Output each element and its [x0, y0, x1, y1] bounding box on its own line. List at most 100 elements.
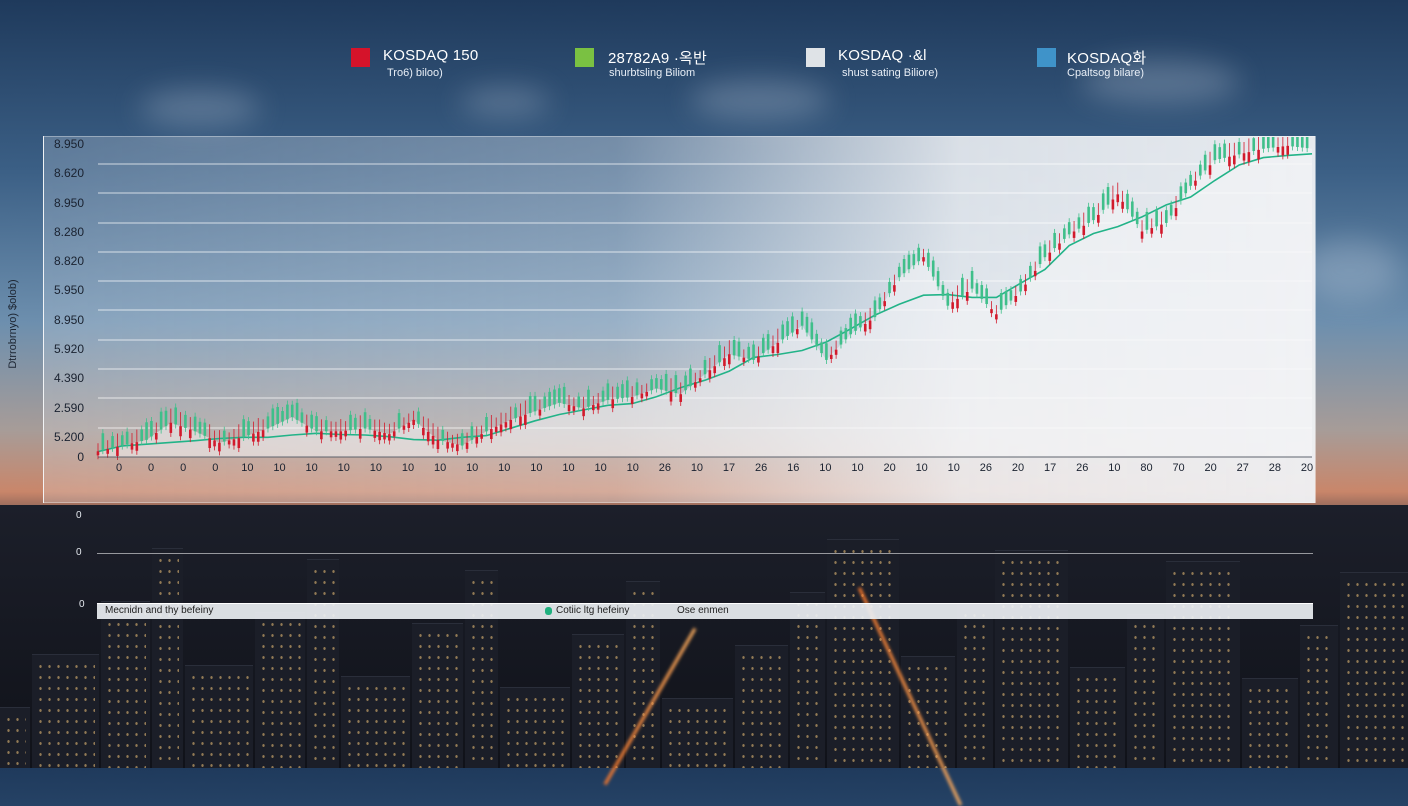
- candle: [723, 358, 726, 367]
- candle: [242, 419, 245, 438]
- x-tick-label: 0: [116, 462, 122, 474]
- candle: [995, 314, 998, 320]
- candle: [859, 316, 862, 328]
- candle: [1053, 232, 1056, 249]
- candle: [1300, 137, 1304, 148]
- legend-sub: Cpaltsog bilare): [1067, 67, 1145, 79]
- candle: [1097, 214, 1100, 223]
- candle: [407, 422, 411, 428]
- candle: [674, 375, 678, 394]
- candle: [1063, 228, 1066, 239]
- candle: [256, 431, 260, 442]
- x-tick-label: 10: [594, 462, 606, 474]
- candle: [237, 438, 241, 449]
- candle: [154, 433, 158, 440]
- candle: [1208, 165, 1212, 175]
- candle: [873, 300, 877, 318]
- candle: [669, 391, 673, 402]
- candle: [1087, 206, 1090, 223]
- candle: [771, 346, 775, 353]
- bottom-strip: Mecnidn and thy befeiny Cotiic ltg hefei…: [97, 603, 1313, 619]
- candle: [1111, 199, 1115, 210]
- candle: [1145, 211, 1149, 230]
- candle: [290, 404, 294, 418]
- candle: [227, 440, 231, 445]
- candle: [300, 412, 304, 423]
- candle: [1169, 204, 1173, 216]
- x-tick-label: 26: [1076, 462, 1088, 474]
- y-tick-label: 5.200: [54, 430, 84, 444]
- candle: [184, 414, 187, 428]
- candle: [635, 382, 639, 396]
- candle: [179, 426, 182, 437]
- candle: [1218, 147, 1222, 159]
- building: [32, 654, 99, 768]
- y-tick-label: 0: [77, 450, 84, 464]
- candle: [1135, 211, 1139, 225]
- candle: [1009, 290, 1013, 301]
- candle: [980, 285, 984, 299]
- x-tick-label: 70: [1172, 462, 1184, 474]
- candle: [558, 388, 561, 403]
- candle: [1203, 154, 1207, 171]
- y-axis-label: Dtrrobrnyo) $olob): [7, 279, 19, 369]
- x-tick-label: 10: [530, 462, 542, 474]
- candle: [776, 342, 780, 353]
- candle: [305, 425, 309, 433]
- candle: [970, 270, 974, 289]
- candle: [650, 379, 653, 391]
- candle: [611, 399, 615, 409]
- candle: [1213, 144, 1217, 161]
- candle: [1174, 208, 1178, 217]
- candle: [985, 288, 988, 304]
- candle: [640, 393, 644, 399]
- x-tick-label: 0: [212, 462, 218, 474]
- candle: [494, 426, 498, 432]
- candle: [1024, 284, 1027, 292]
- candle: [499, 424, 503, 433]
- candle: [519, 416, 522, 426]
- candle: [96, 451, 100, 456]
- x-tick-label: 20: [1205, 462, 1217, 474]
- candle: [456, 444, 459, 452]
- candle: [941, 285, 945, 297]
- candle: [883, 301, 886, 307]
- building-windows: [416, 630, 459, 768]
- candle: [397, 413, 401, 429]
- candle: [888, 281, 891, 294]
- candle: [320, 431, 323, 440]
- x-tick-label: 10: [948, 462, 960, 474]
- cloud: [140, 90, 260, 126]
- candle: [747, 346, 751, 359]
- candle: [810, 322, 814, 340]
- candle: [344, 430, 347, 437]
- building: [1070, 667, 1125, 768]
- candle: [1126, 193, 1129, 210]
- candle: [922, 257, 925, 262]
- candle: [222, 430, 226, 442]
- candle: [1155, 210, 1158, 227]
- x-tick-label: 10: [241, 462, 253, 474]
- candle: [601, 390, 605, 402]
- building-windows: [905, 663, 951, 768]
- candle: [1131, 201, 1134, 217]
- candle: [431, 435, 435, 445]
- y-tick-label: 8.950: [54, 313, 84, 327]
- building-windows: [1074, 674, 1121, 768]
- x-tick-label: 10: [819, 462, 831, 474]
- candle: [1160, 224, 1163, 234]
- candle: [1271, 137, 1275, 148]
- candle: [1281, 146, 1285, 156]
- candle: [951, 302, 954, 309]
- candle: [1101, 193, 1105, 210]
- candle: [917, 247, 920, 262]
- candle: [956, 298, 959, 309]
- lower-tick: 0: [76, 510, 82, 521]
- x-tick-label: 10: [338, 462, 350, 474]
- candle: [271, 408, 275, 427]
- x-tick-label: 10: [498, 462, 510, 474]
- candle: [582, 408, 585, 417]
- candle: [907, 254, 911, 270]
- candle: [897, 266, 901, 278]
- candle: [606, 383, 610, 400]
